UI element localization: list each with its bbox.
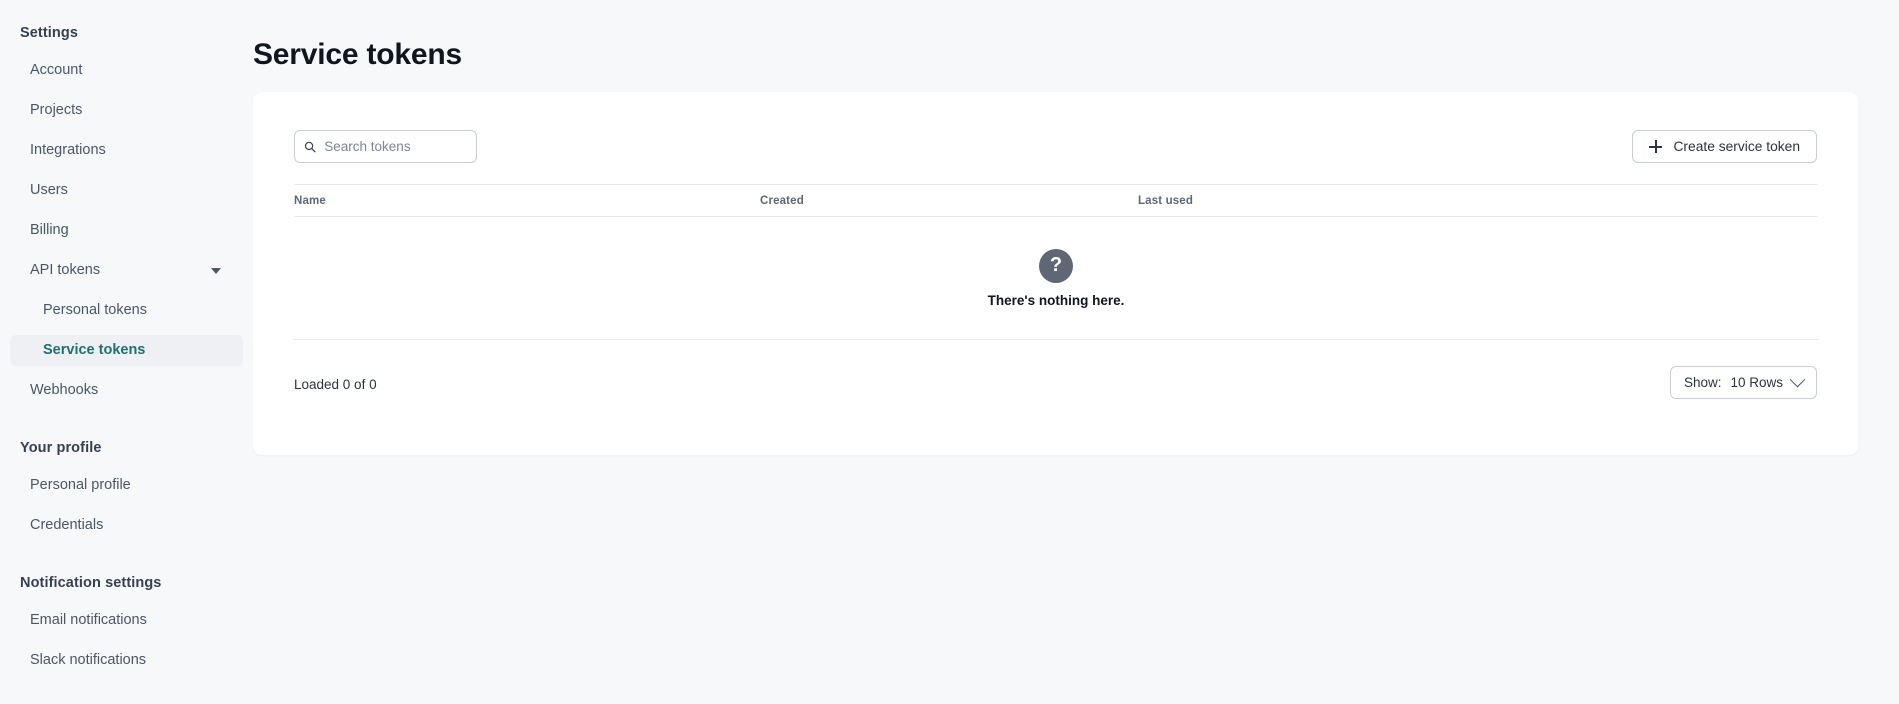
sidebar-item-account[interactable]: Account: [10, 55, 243, 86]
loaded-count-text: Loaded 0 of 0: [294, 377, 377, 392]
sidebar-item-label: Slack notifications: [30, 652, 147, 668]
rows-per-page-label: Show:: [1683, 375, 1722, 390]
search-tokens-box[interactable]: [294, 130, 477, 163]
sidebar-heading-settings: Settings: [20, 25, 78, 41]
sidebar-heading-notification-settings: Notification settings: [20, 575, 162, 591]
rows-per-page-value: 10 Rows: [1730, 375, 1783, 390]
create-service-token-label: Create service token: [1673, 139, 1800, 154]
sidebar-item-label: Personal profile: [30, 477, 131, 493]
chevron-down-icon[interactable]: [1789, 371, 1806, 388]
create-service-token-button[interactable]: Create service token: [1632, 130, 1817, 163]
sidebar-item-personal-profile[interactable]: Personal profile: [10, 470, 243, 501]
sidebar-item-label: Personal tokens: [43, 302, 147, 318]
sidebar-item-label: Email notifications: [30, 612, 147, 628]
sidebar-item-label: API tokens: [30, 262, 101, 278]
search-icon: [304, 141, 316, 152]
caret-down-icon[interactable]: [211, 267, 221, 274]
column-header-last-used[interactable]: Last used: [1138, 195, 1193, 207]
search-input[interactable]: [324, 139, 467, 154]
column-header-created[interactable]: Created: [760, 195, 804, 207]
sidebar-item-label: Integrations: [30, 142, 106, 158]
page-title: Service tokens: [253, 38, 462, 71]
sidebar-item-label: Billing: [30, 222, 69, 238]
sidebar-item-users[interactable]: Users: [10, 175, 243, 206]
sidebar-item-label: Credentials: [30, 517, 104, 533]
tokens-table-header: Name Created Last used: [294, 184, 1818, 217]
sidebar-item-personal-tokens[interactable]: Personal tokens: [10, 295, 243, 326]
sidebar-item-service-tokens[interactable]: Service tokens: [10, 335, 243, 366]
empty-state-message: There's nothing here.: [987, 293, 1125, 308]
sidebar: Settings Account Projects Integrations U…: [0, 0, 253, 704]
sidebar-item-slack-notifications[interactable]: Slack notifications: [10, 645, 243, 676]
main-content: Service tokens Create service token Name…: [253, 0, 1899, 704]
sidebar-item-integrations[interactable]: Integrations: [10, 135, 243, 166]
column-header-name[interactable]: Name: [294, 195, 326, 207]
sidebar-item-label: Webhooks: [30, 382, 99, 398]
rows-per-page-select[interactable]: Show: 10 Rows: [1669, 366, 1817, 399]
card-toolbar: Create service token: [253, 92, 1858, 163]
sidebar-item-label: Projects: [30, 102, 83, 118]
sidebar-item-projects[interactable]: Projects: [10, 95, 243, 126]
sidebar-item-label: Users: [30, 182, 68, 198]
sidebar-item-billing[interactable]: Billing: [10, 215, 243, 246]
sidebar-item-credentials[interactable]: Credentials: [10, 510, 243, 541]
plus-icon: [1649, 140, 1663, 153]
empty-state: ? There's nothing here.: [294, 218, 1818, 340]
sidebar-item-label: Account: [30, 62, 83, 78]
sidebar-item-email-notifications[interactable]: Email notifications: [10, 605, 243, 636]
service-tokens-card: Create service token Name Created Last u…: [253, 92, 1858, 455]
sidebar-item-api-tokens[interactable]: API tokens: [10, 255, 243, 286]
sidebar-item-webhooks[interactable]: Webhooks: [10, 375, 243, 406]
sidebar-item-label: Service tokens: [43, 342, 146, 358]
question-mark-icon: ?: [1039, 249, 1073, 283]
sidebar-heading-your-profile: Your profile: [20, 440, 102, 456]
